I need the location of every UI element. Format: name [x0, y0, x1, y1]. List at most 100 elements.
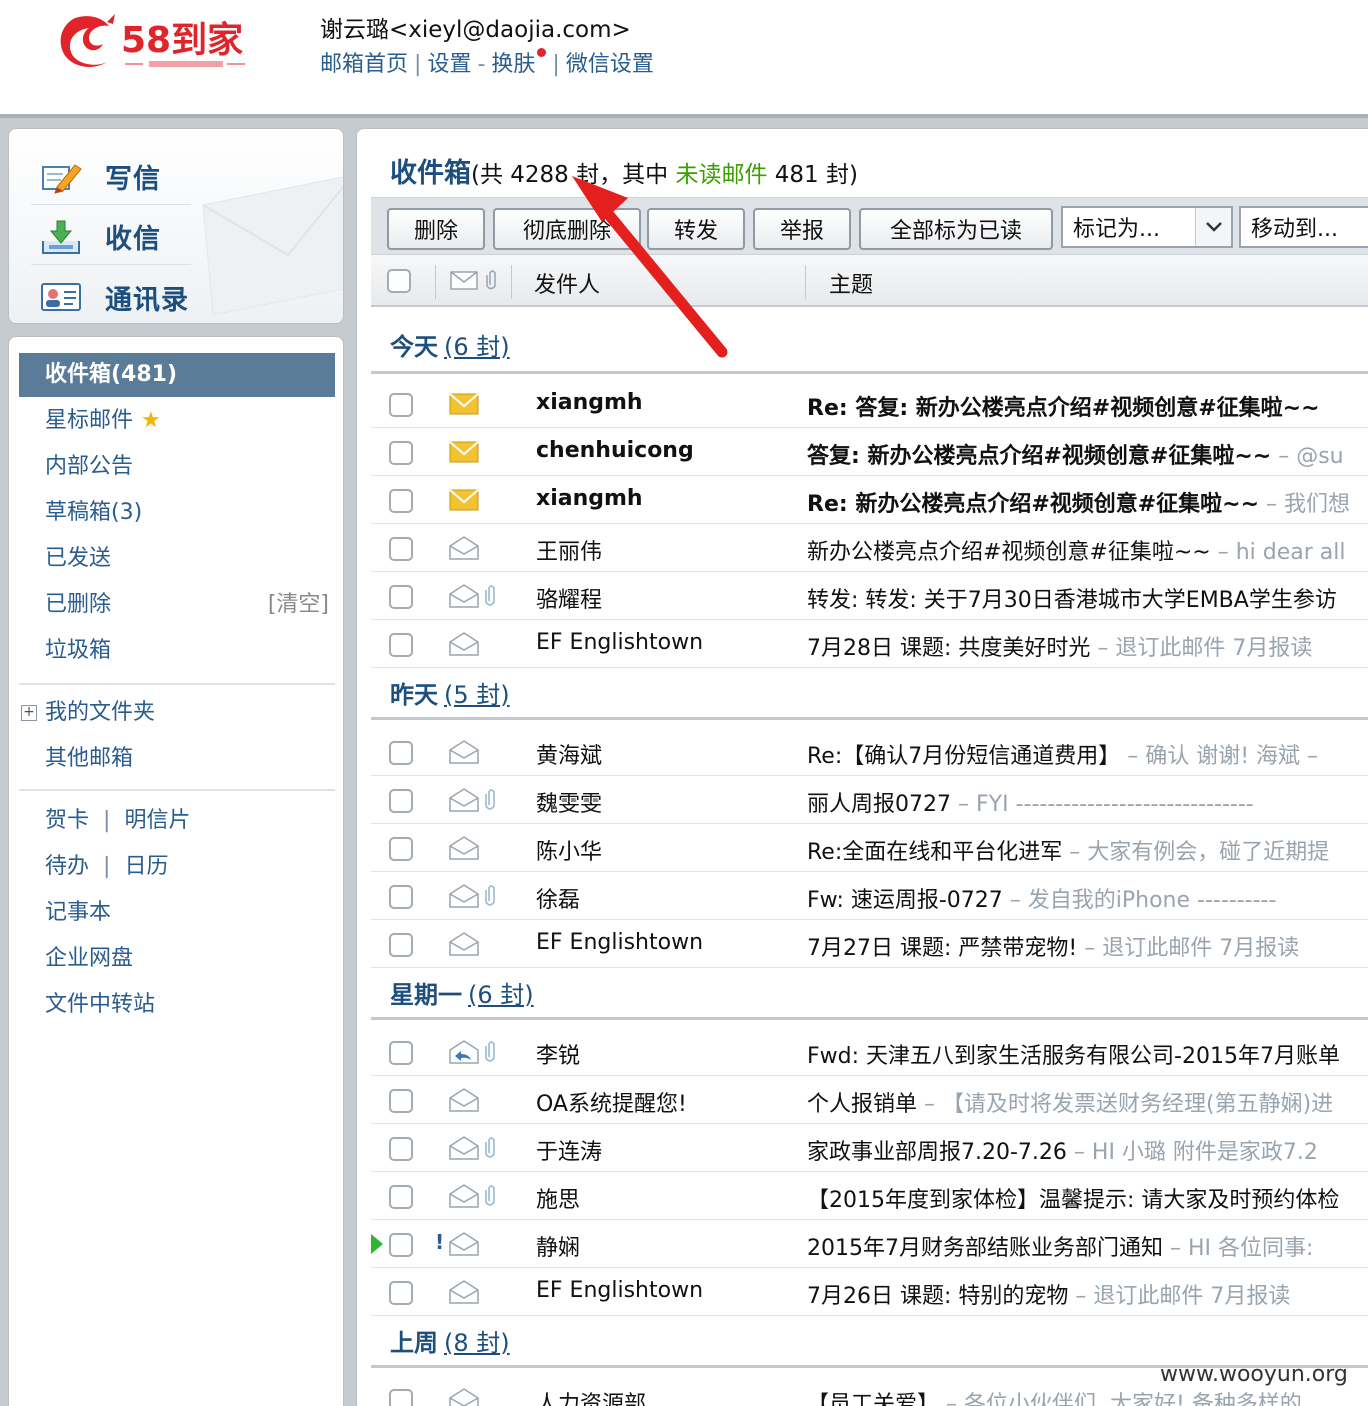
- email-subject: 7月27日 课题: 严禁带宠物! – 退订此邮件 7月报读: [807, 930, 1368, 962]
- table-row[interactable]: OA系统提醒您! 个人报销单 – 【请及时将发票送财务经理(第五静娴)进: [371, 1076, 1368, 1124]
- envelope-open-icon: [449, 632, 479, 656]
- column-header: 发件人 主题: [371, 255, 1368, 307]
- table-row[interactable]: 于连涛 家政事业部周报7.20-7.26 – HI 小璐 附件是家政7.2: [371, 1124, 1368, 1172]
- row-checkbox[interactable]: [389, 441, 413, 465]
- expand-plus-icon[interactable]: +: [21, 705, 37, 721]
- table-row[interactable]: 黄海斌 Re:【确认7月份短信通道费用】 – 确认 谢谢! 海斌 –: [371, 728, 1368, 776]
- table-row[interactable]: 骆耀程 转发: 转发: 关于7月30日香港城市大学EMBA学生参访: [371, 572, 1368, 620]
- link-settings[interactable]: 设置: [427, 52, 471, 77]
- folder-my-folders[interactable]: + 我的文件夹: [19, 691, 335, 735]
- email-subject: Re: 新办公楼亮点介绍#视频创意#征集啦~~ – 我们想: [807, 486, 1368, 518]
- email-subject-text: 2015年7月财务部结账业务部门通知: [807, 1236, 1163, 1261]
- table-row[interactable]: 王丽伟 新办公楼亮点介绍#视频创意#征集啦~~ – hi dear all: [371, 524, 1368, 572]
- mark-as-select[interactable]: 标记为...: [1061, 206, 1233, 248]
- link-todo[interactable]: 待办: [45, 854, 89, 879]
- clear-trash-link[interactable]: [清空]: [268, 583, 329, 627]
- mark-as-value: 标记为...: [1073, 217, 1160, 242]
- row-checkbox[interactable]: [389, 837, 413, 861]
- quick-actions-panel: 写信 收信 通讯录: [8, 128, 344, 324]
- folder-deleted[interactable]: 已删除 [清空]: [19, 583, 335, 627]
- folder-inbox[interactable]: 收件箱(481): [19, 353, 335, 397]
- table-row[interactable]: 陈小华 Re:全面在线和平台化进军 – 大家有例会，碰了近期提: [371, 824, 1368, 872]
- row-checkbox[interactable]: [389, 537, 413, 561]
- row-checkbox[interactable]: [389, 1185, 413, 1209]
- table-row[interactable]: 徐磊 Fw: 速运周报-0727 – 发自我的iPhone ----------: [371, 872, 1368, 920]
- link-notes[interactable]: 记事本: [19, 891, 335, 935]
- group-monday: 星期一 (6 封): [390, 975, 534, 1010]
- row-checkbox[interactable]: [389, 885, 413, 909]
- row-checkbox[interactable]: [389, 1389, 413, 1406]
- link-wechat-settings[interactable]: 微信设置: [566, 52, 654, 77]
- column-subject[interactable]: 主题: [829, 267, 873, 299]
- delete-forever-button[interactable]: 彻底删除: [493, 208, 641, 250]
- table-row[interactable]: xiangmh Re: 新办公楼亮点介绍#视频创意#征集啦~~ – 我们想: [371, 476, 1368, 524]
- row-checkbox[interactable]: [389, 1041, 413, 1065]
- receive-label: 收信: [105, 224, 161, 255]
- table-row[interactable]: 李锐 Fwd: 天津五八到家生活服务有限公司-2015年7月账单: [371, 1028, 1368, 1076]
- email-sender: 徐磊: [536, 888, 581, 913]
- compose-button[interactable]: 写信: [31, 149, 191, 205]
- row-checkbox[interactable]: [389, 741, 413, 765]
- envelope-closed-icon: [449, 393, 479, 415]
- row-checkbox[interactable]: [389, 585, 413, 609]
- receive-button[interactable]: 收信: [31, 209, 191, 265]
- email-subject-text: 【2015年度到家体检】温馨提示: 请大家及时预约体检: [807, 1188, 1340, 1213]
- envelope-open-icon: [449, 1280, 479, 1304]
- group-divider: [371, 1017, 1368, 1020]
- select-all-checkbox[interactable]: [387, 269, 411, 293]
- paperclip-icon: [485, 1185, 495, 1206]
- table-row[interactable]: 魏雯雯 丽人周报0727 – FYI ---------------------…: [371, 776, 1368, 824]
- table-row[interactable]: EF Englishtown 7月27日 课题: 严禁带宠物! – 退订此邮件 …: [371, 920, 1368, 968]
- row-checkbox[interactable]: [389, 1089, 413, 1113]
- mark-all-read-button[interactable]: 全部标为已读: [859, 208, 1053, 250]
- group-last-week-count[interactable]: (8 封): [444, 1329, 510, 1357]
- row-checkbox[interactable]: [389, 1137, 413, 1161]
- table-row[interactable]: 施思 【2015年度到家体检】温馨提示: 请大家及时预约体检: [371, 1172, 1368, 1220]
- star-icon: ★: [141, 408, 161, 433]
- table-row[interactable]: EF Englishtown 7月28日 课题: 共度美好时光 – 退订此邮件 …: [371, 620, 1368, 668]
- link-postcard[interactable]: 明信片: [124, 808, 190, 833]
- link-card[interactable]: 贺卡: [45, 808, 89, 833]
- email-sender: 陈小华: [536, 840, 603, 865]
- row-checkbox[interactable]: [389, 393, 413, 417]
- row-checkbox[interactable]: [389, 1233, 413, 1257]
- group-yesterday-count[interactable]: (5 封): [444, 681, 510, 709]
- email-subject-text: 家政事业部周报7.20-7.26: [807, 1140, 1067, 1165]
- contacts-button[interactable]: 通讯录: [31, 269, 191, 323]
- table-row[interactable]: ! 静娴 2015年7月财务部结账业务部门通知 – HI 各位同事:: [371, 1220, 1368, 1268]
- folder-starred[interactable]: 星标邮件 ★: [19, 399, 335, 443]
- link-calendar[interactable]: 日历: [124, 854, 168, 879]
- link-file-transfer[interactable]: 文件中转站: [19, 983, 335, 1027]
- folder-spam[interactable]: 垃圾箱: [19, 629, 335, 673]
- group-today-count[interactable]: (6 封): [444, 333, 510, 361]
- folder-drafts[interactable]: 草稿箱(3): [19, 491, 335, 535]
- table-row[interactable]: chenhuicong 答复: 新办公楼亮点介绍#视频创意#征集啦~~ – @s…: [371, 428, 1368, 476]
- row-checkbox[interactable]: [389, 633, 413, 657]
- email-sender: OA系统提醒您!: [536, 1092, 687, 1117]
- table-row[interactable]: EF Englishtown 7月26日 课题: 特别的宠物 – 退订此邮件 7…: [371, 1268, 1368, 1316]
- row-checkbox[interactable]: [389, 489, 413, 513]
- move-to-select[interactable]: 移动到...: [1239, 206, 1368, 248]
- delete-button[interactable]: 删除: [387, 208, 485, 250]
- table-row[interactable]: xiangmh Re: 答复: 新办公楼亮点介绍#视频创意#征集啦~~: [371, 380, 1368, 428]
- report-button[interactable]: 举报: [753, 208, 851, 250]
- group-monday-count[interactable]: (6 封): [468, 981, 534, 1009]
- link-netdisk[interactable]: 企业网盘: [19, 937, 335, 981]
- link-mail-home[interactable]: 邮箱首页: [320, 52, 408, 77]
- forward-button[interactable]: 转发: [647, 208, 745, 250]
- row-checkbox[interactable]: [389, 933, 413, 957]
- email-subject: 答复: 新办公楼亮点介绍#视频创意#征集啦~~ – @su: [807, 438, 1368, 470]
- email-sender: 李锐: [536, 1044, 581, 1069]
- email-subject: Fwd: 天津五八到家生活服务有限公司-2015年7月账单: [807, 1038, 1368, 1070]
- row-checkbox[interactable]: [389, 1281, 413, 1305]
- folder-notice[interactable]: 内部公告: [19, 445, 335, 489]
- email-subject-text: 【员工关爱】: [807, 1392, 940, 1406]
- column-divider: [805, 265, 806, 299]
- column-sender[interactable]: 发件人: [534, 267, 600, 299]
- row-checkbox[interactable]: [389, 789, 413, 813]
- folder-sent[interactable]: 已发送: [19, 537, 335, 581]
- link-skin[interactable]: 换肤: [491, 52, 535, 77]
- unread-link[interactable]: 未读邮件: [675, 162, 767, 188]
- email-subject: 丽人周报0727 – FYI -------------------------…: [807, 786, 1368, 818]
- folder-other-mail[interactable]: 其他邮箱: [19, 737, 335, 781]
